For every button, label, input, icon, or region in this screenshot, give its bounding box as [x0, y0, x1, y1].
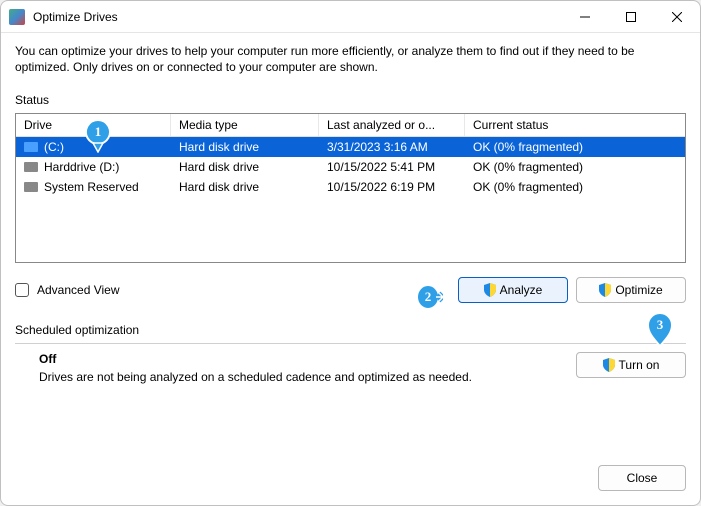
drives-table: Drive Media type Last analyzed or o... C…	[15, 113, 686, 263]
last-analyzed: 3/31/2023 3:16 AM	[319, 140, 465, 154]
app-icon	[9, 9, 25, 25]
last-analyzed: 10/15/2022 6:19 PM	[319, 180, 465, 194]
column-header-drive[interactable]: Drive	[16, 114, 171, 136]
table-row[interactable]: (C:) Hard disk drive3/31/2023 3:16 AMOK (…	[16, 137, 685, 157]
close-icon	[672, 12, 682, 22]
shield-icon	[603, 358, 615, 372]
media-type: Hard disk drive	[171, 140, 319, 154]
drive-icon	[24, 182, 38, 192]
status-section-label: Status	[15, 93, 686, 107]
close-window-button[interactable]	[654, 1, 700, 33]
analyze-button[interactable]: Analyze	[458, 277, 568, 303]
drive-icon	[24, 142, 38, 152]
table-row[interactable]: System Reserved Hard disk drive10/15/2022…	[16, 177, 685, 197]
column-header-last[interactable]: Last analyzed or o...	[319, 114, 465, 136]
maximize-icon	[626, 12, 636, 22]
media-type: Hard disk drive	[171, 160, 319, 174]
advanced-view-checkbox[interactable]	[15, 283, 29, 297]
drive-name: (C:)	[44, 140, 64, 154]
drive-name: Harddrive (D:)	[44, 160, 119, 174]
schedule-detail: Drives are not being analyzed on a sched…	[39, 370, 576, 384]
optimize-button-label: Optimize	[615, 283, 662, 297]
window-title: Optimize Drives	[33, 10, 118, 24]
table-row[interactable]: Harddrive (D:) Hard disk drive10/15/2022 …	[16, 157, 685, 177]
turn-on-button-label: Turn on	[619, 358, 660, 372]
column-header-media[interactable]: Media type	[171, 114, 319, 136]
titlebar: Optimize Drives	[1, 1, 700, 33]
turn-on-button[interactable]: Turn on	[576, 352, 686, 378]
scheduled-optimization-label: Scheduled optimization	[15, 323, 686, 337]
current-status: OK (0% fragmented)	[465, 180, 685, 194]
optimize-drives-window: Optimize Drives You can optimize your dr…	[0, 0, 701, 506]
current-status: OK (0% fragmented)	[465, 140, 685, 154]
analyze-button-label: Analyze	[500, 283, 543, 297]
drive-icon	[24, 162, 38, 172]
last-analyzed: 10/15/2022 5:41 PM	[319, 160, 465, 174]
column-header-status[interactable]: Current status	[465, 114, 685, 136]
shield-icon	[484, 283, 496, 297]
minimize-button[interactable]	[562, 1, 608, 33]
media-type: Hard disk drive	[171, 180, 319, 194]
divider	[15, 343, 686, 344]
description-text: You can optimize your drives to help you…	[15, 43, 686, 75]
maximize-button[interactable]	[608, 1, 654, 33]
advanced-view-label: Advanced View	[37, 283, 120, 297]
current-status: OK (0% fragmented)	[465, 160, 685, 174]
shield-icon	[599, 283, 611, 297]
close-button-label: Close	[627, 471, 658, 485]
optimize-button[interactable]: Optimize	[576, 277, 686, 303]
table-header: Drive Media type Last analyzed or o... C…	[16, 114, 685, 137]
drive-name: System Reserved	[44, 180, 139, 194]
close-button[interactable]: Close	[598, 465, 686, 491]
schedule-state: Off	[39, 352, 576, 366]
minimize-icon	[580, 12, 590, 22]
